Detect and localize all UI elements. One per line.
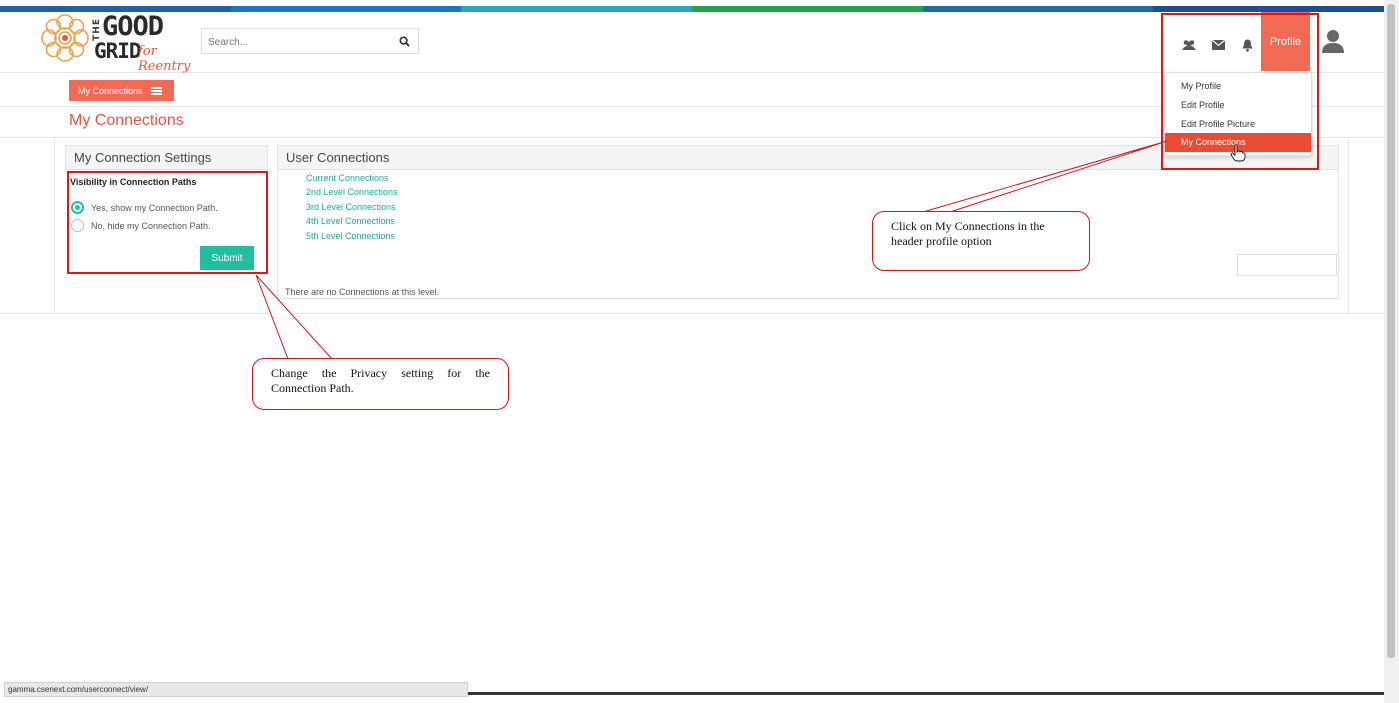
scrollbar-thumb[interactable] (1387, 4, 1395, 658)
page-scrollbar[interactable] (1384, 0, 1399, 703)
profile-menu-callout-text: Click on My Connections in the header pr… (891, 219, 1045, 248)
privacy-callout: Change the Privacy setting for the Conne… (252, 358, 509, 410)
callout-pointers (255, 140, 1168, 360)
privacy-callout-text: Change the Privacy setting for the Conne… (271, 366, 490, 395)
window-bottom-edge (468, 692, 1384, 695)
browser-status-bar: gamma.csenext.com/userconnect/view/ (4, 682, 468, 697)
profile-menu-callout: Click on My Connections in the header pr… (872, 211, 1090, 271)
